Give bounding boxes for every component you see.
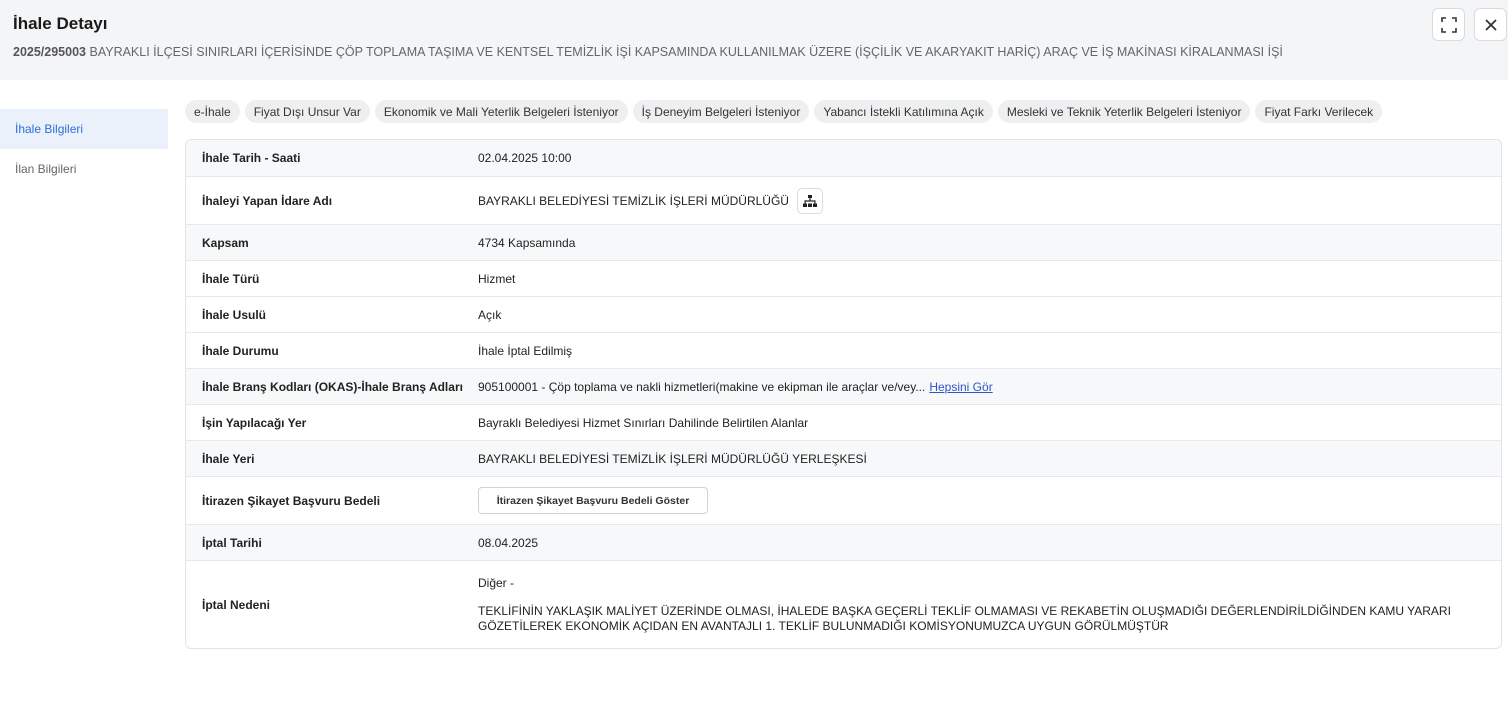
row-label: İşin Yapılacağı Yer <box>202 415 307 430</box>
cancel-reason-text: TEKLİFİNİN YAKLAŞIK MALİYET ÜZERİNDE OLM… <box>478 603 1451 633</box>
row-value: 02.04.2025 10:00 <box>478 151 572 165</box>
details-table: İhale Tarih - Saati 02.04.2025 10:00 İha… <box>185 139 1502 649</box>
tender-subject: BAYRAKLI İLÇESİ SINIRLARI İÇERİSİNDE ÇÖP… <box>89 45 1283 59</box>
tender-subtitle: 2025/295003 BAYRAKLI İLÇESİ SINIRLARI İÇ… <box>13 45 1283 59</box>
table-row: İhale Branş Kodları (OKAS)-İhale Branş A… <box>186 368 1501 404</box>
chip-e-ihale: e-İhale <box>185 100 240 123</box>
row-value: Bayraklı Belediyesi Hizmet Sınırları Dah… <box>478 415 809 430</box>
row-label: İptal Tarihi <box>202 535 262 550</box>
table-row: İptal Nedeni Diğer - TEKLİFİNİN YAKLAŞIK… <box>186 560 1501 648</box>
row-value: 4734 Kapsamında <box>478 235 576 250</box>
feature-chips: e-İhale Fiyat Dışı Unsur Var Ekonomik ve… <box>185 100 1383 123</box>
row-label: İtirazen Şikayet Başvuru Bedeli <box>202 493 381 508</box>
chip-fiyat-farki: Fiyat Farkı Verilecek <box>1255 100 1383 123</box>
org-chart-icon <box>802 194 817 207</box>
close-button[interactable] <box>1474 8 1507 41</box>
row-label: Kapsam <box>202 235 249 250</box>
sidebar-item-ihale-bilgileri[interactable]: İhale Bilgileri <box>0 109 168 149</box>
sidebar: İhale Bilgileri İlan Bilgileri <box>0 109 168 189</box>
row-value: BAYRAKLI BELEDİYESİ TEMİZLİK İŞLERİ MÜDÜ… <box>478 187 823 214</box>
brans-text: 905100001 - Çöp toplama ve nakli hizmetl… <box>478 379 926 394</box>
idare-name: BAYRAKLI BELEDİYESİ TEMİZLİK İŞLERİ MÜDÜ… <box>478 193 789 208</box>
sidebar-item-ilan-bilgileri[interactable]: İlan Bilgileri <box>0 149 168 189</box>
expand-button[interactable] <box>1432 8 1465 41</box>
row-value: BAYRAKLI BELEDİYESİ TEMİZLİK İŞLERİ MÜDÜ… <box>478 451 867 466</box>
chip-fiyat-disi-unsur: Fiyat Dışı Unsur Var <box>244 100 370 123</box>
expand-icon <box>1440 16 1457 33</box>
show-complaint-fee-button[interactable]: İtirazen Şikayet Başvuru Bedeli Göster <box>478 487 708 514</box>
close-icon <box>1484 18 1497 31</box>
row-value: Açık <box>478 307 502 322</box>
row-value: 08.04.2025 <box>478 535 539 550</box>
row-value: 905100001 - Çöp toplama ve nakli hizmetl… <box>478 380 993 394</box>
table-row: İhale Usulü Açık <box>186 296 1501 332</box>
row-label: İhale Türü <box>202 271 260 286</box>
table-row: İhale Durumu İhale İptal Edilmiş <box>186 332 1501 368</box>
table-row: İtirazen Şikayet Başvuru Bedeli İtirazen… <box>186 476 1501 524</box>
row-label: İhale Durumu <box>202 343 279 358</box>
cancel-reason-type: Diğer - <box>478 575 515 590</box>
table-row: Kapsam 4734 Kapsamında <box>186 224 1501 260</box>
page-title: İhale Detayı <box>13 14 108 33</box>
chip-mesleki-teknik: Mesleki ve Teknik Yeterlik Belgeleri İst… <box>997 100 1251 123</box>
show-all-link[interactable]: Hepsini Gör <box>929 380 992 394</box>
row-value: İtirazen Şikayet Başvuru Bedeli Göster <box>478 487 708 514</box>
row-value: Diğer - TEKLİFİNİN YAKLAŞIK MALİYET ÜZER… <box>478 576 1468 634</box>
tender-number: 2025/295003 <box>13 45 86 59</box>
table-row: İhale Türü Hizmet <box>186 260 1501 296</box>
table-row: İhaleyi Yapan İdare Adı BAYRAKLI BELEDİY… <box>186 176 1501 224</box>
row-label: İhale Yeri <box>202 451 255 466</box>
header: İhale Detayı 2025/295003 BAYRAKLI İLÇESİ… <box>0 0 1508 80</box>
table-row: İşin Yapılacağı Yer Bayraklı Belediyesi … <box>186 404 1501 440</box>
table-row: İptal Tarihi 08.04.2025 <box>186 524 1501 560</box>
chip-yabanci-istekli: Yabancı İstekli Katılımına Açık <box>814 100 993 123</box>
chip-is-deneyim: İş Deneyim Belgeleri İsteniyor <box>632 100 810 123</box>
row-label: İhale Usulü <box>202 307 267 322</box>
row-value: Hizmet <box>478 271 516 286</box>
row-label: İhale Branş Kodları (OKAS)-İhale Branş A… <box>202 379 463 394</box>
org-chart-button[interactable] <box>796 187 823 214</box>
row-label: İhale Tarih - Saati <box>202 151 301 165</box>
table-row: İhale Tarih - Saati 02.04.2025 10:00 <box>186 140 1501 176</box>
chip-ekonomik-mali: Ekonomik ve Mali Yeterlik Belgeleri İste… <box>374 100 628 123</box>
row-label: İptal Nedeni <box>202 597 271 612</box>
row-value: İhale İptal Edilmiş <box>478 343 573 358</box>
row-label: İhaleyi Yapan İdare Adı <box>202 193 333 208</box>
table-row: İhale Yeri BAYRAKLI BELEDİYESİ TEMİZLİK … <box>186 440 1501 476</box>
